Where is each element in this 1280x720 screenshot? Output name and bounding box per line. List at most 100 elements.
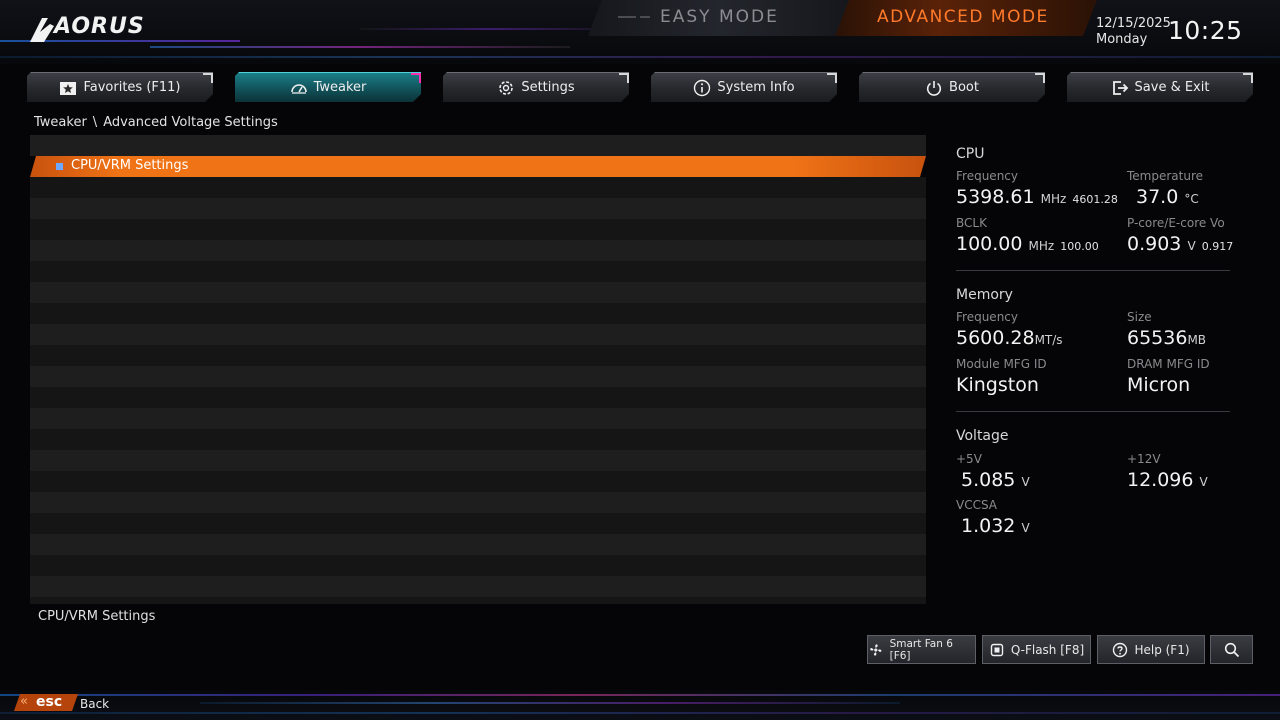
list-row-empty	[30, 177, 926, 198]
date-text: 12/15/2025	[1096, 16, 1171, 31]
breadcrumb: Tweaker \ Advanced Voltage Settings	[34, 115, 278, 130]
vccsa-value: 1.032 V	[961, 515, 1030, 537]
v12-label: +12V	[1127, 452, 1161, 466]
unit: °C	[1184, 192, 1199, 206]
cpu-section-title: CPU	[956, 146, 985, 162]
dram-mfg-value: Micron	[1127, 374, 1191, 396]
value: 1.032	[961, 515, 1016, 537]
cpu-frequency-label: Frequency	[956, 169, 1018, 183]
submenu-marker-icon	[56, 163, 63, 170]
help-description: CPU/VRM Settings	[38, 609, 156, 624]
list-row-empty	[30, 324, 926, 345]
value: 12.096	[1127, 469, 1194, 491]
list-row-empty	[30, 450, 926, 471]
list-row-empty	[30, 597, 926, 604]
bclk-value: 100.00 MHz 100.00	[956, 233, 1099, 255]
list-row-empty	[30, 261, 926, 282]
fan-icon	[870, 643, 882, 656]
smart-fan-button[interactable]: Smart Fan 6 [F6]	[867, 635, 976, 664]
memory-frequency-label: Frequency	[956, 310, 1018, 324]
tab-favorites[interactable]: Favorites (F11)	[27, 72, 213, 102]
list-row-empty	[30, 492, 926, 513]
weekday-text: Monday	[1096, 32, 1148, 47]
easy-mode-label: EASY MODE	[660, 7, 779, 27]
tab-label: Save & Exit	[1134, 80, 1210, 95]
speedometer-icon	[290, 79, 308, 97]
list-row-empty	[30, 555, 926, 576]
tab-system-info[interactable]: System Info	[651, 72, 837, 102]
list-row-empty	[30, 240, 926, 261]
bclk-label: BCLK	[956, 216, 987, 230]
value: 5398.61	[956, 186, 1035, 208]
list-row-empty	[30, 408, 926, 429]
search-button[interactable]	[1210, 635, 1253, 664]
unit: V	[1187, 239, 1196, 253]
cpu-temperature-label: Temperature	[1127, 169, 1204, 183]
memory-frequency-value: 5600.28MT/s	[956, 327, 1063, 349]
memory-size-value: 65536MB	[1127, 327, 1206, 349]
list-row-empty	[30, 471, 926, 492]
unit: MT/s	[1034, 333, 1063, 347]
help-button[interactable]: Help (F1)	[1097, 635, 1205, 664]
list-item-label: CPU/VRM Settings	[71, 158, 189, 173]
list-item-cpu-vrm-settings[interactable]: CPU/VRM Settings	[30, 156, 926, 177]
breadcrumb-current: Advanced Voltage Settings	[103, 115, 278, 130]
gear-icon	[497, 79, 515, 97]
logo-text: AORUS	[54, 14, 145, 39]
list-row-empty	[30, 387, 926, 408]
tab-tweaker[interactable]: Tweaker	[235, 72, 421, 102]
tab-label: System Info	[717, 80, 795, 95]
list-row-empty	[30, 345, 926, 366]
unit: MHz	[1028, 239, 1055, 253]
settings-list: CPU/VRM Settings	[30, 135, 926, 604]
esc-label: esc	[36, 694, 63, 710]
unit: V	[1021, 521, 1030, 535]
info-icon	[693, 79, 711, 97]
vccsa-label: VCCSA	[956, 498, 998, 512]
list-row-empty	[30, 282, 926, 303]
power-icon	[925, 79, 943, 97]
list-row-empty	[30, 198, 926, 219]
list-row-empty	[30, 513, 926, 534]
tab-save-exit[interactable]: Save & Exit	[1067, 72, 1253, 102]
list-row-empty	[30, 429, 926, 450]
list-row-empty	[30, 135, 926, 156]
clock: 10:25	[1168, 16, 1243, 45]
chip-icon	[990, 643, 1004, 656]
value: 100.00	[956, 233, 1023, 255]
list-row-empty	[30, 534, 926, 555]
date-display: 12/15/2025 Monday	[1096, 16, 1171, 48]
unit: MB	[1187, 333, 1207, 347]
value: 5.085	[961, 469, 1016, 491]
breadcrumb-root[interactable]: Tweaker	[34, 115, 87, 130]
section-divider	[956, 411, 1230, 412]
search-icon	[1224, 642, 1239, 657]
q-flash-button[interactable]: Q-Flash [F8]	[982, 635, 1091, 664]
section-divider	[956, 270, 1230, 271]
exit-icon	[1111, 79, 1129, 97]
easy-mode-button[interactable]: EASY MODE	[588, 0, 850, 36]
tab-boot[interactable]: Boot	[859, 72, 1045, 102]
value: 5600.28	[956, 327, 1035, 349]
breadcrumb-separator: \	[92, 115, 98, 130]
tab-settings[interactable]: Settings	[443, 72, 629, 102]
module-mfg-label: Module MFG ID	[956, 357, 1047, 371]
list-row-empty	[30, 366, 926, 387]
smart-fan-label: Smart Fan 6 [F6]	[889, 637, 953, 662]
sub-value: 100.00	[1060, 240, 1099, 253]
voltage-section-title: Voltage	[956, 428, 1009, 444]
v5-value: 5.085 V	[961, 469, 1030, 491]
tab-label: Boot	[949, 80, 979, 95]
unit: V	[1021, 475, 1030, 489]
tab-label: Tweaker	[313, 80, 367, 95]
advanced-mode-button[interactable]: ADVANCED MODE	[835, 0, 1097, 36]
sub-value: 4601.28	[1072, 193, 1118, 206]
v12-value: 12.096 V	[1127, 469, 1208, 491]
tab-label: Favorites (F11)	[83, 80, 181, 95]
q-flash-label: Q-Flash [F8]	[1010, 642, 1085, 657]
cpu-temperature-value: 37.0 °C	[1136, 186, 1199, 208]
value: 0.903	[1127, 233, 1182, 255]
vcore-label: P-core/E-core Vo	[1127, 216, 1225, 230]
back-label[interactable]: Back	[80, 697, 109, 711]
help-label: Help (F1)	[1134, 642, 1190, 657]
